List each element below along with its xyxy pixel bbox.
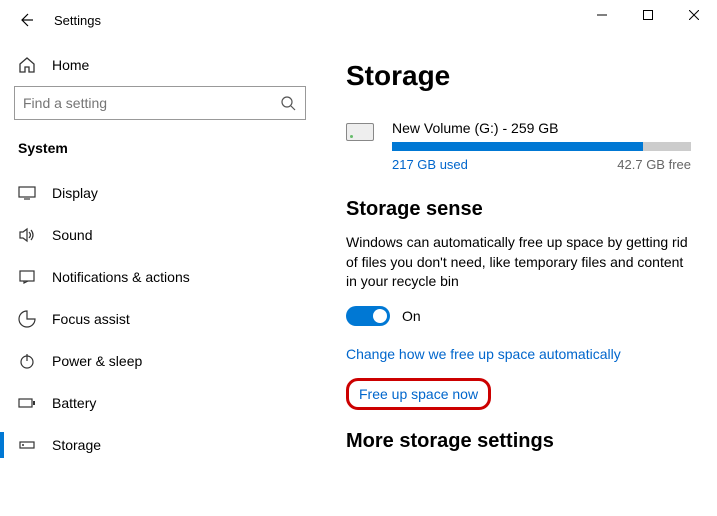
storage-sense-desc: Windows can automatically free up space …: [346, 233, 691, 292]
highlight-annotation: Free up space now: [346, 378, 491, 410]
sidebar-item-notifications[interactable]: Notifications & actions: [14, 256, 306, 298]
drive-block[interactable]: New Volume (G:) - 259 GB 217 GB used 42.…: [346, 120, 691, 172]
storage-bar-fill: [392, 142, 643, 151]
sidebar-home[interactable]: Home: [14, 46, 306, 86]
power-icon: [18, 352, 36, 370]
display-icon: [18, 184, 36, 202]
focus-assist-icon: [18, 310, 36, 328]
search-box[interactable]: [14, 86, 306, 120]
sidebar-item-storage[interactable]: Storage: [14, 424, 306, 466]
sidebar-item-sound[interactable]: Sound: [14, 214, 306, 256]
storage-sense-toggle-label: On: [402, 308, 421, 324]
back-arrow-icon[interactable]: [18, 12, 34, 28]
drive-icon: [346, 123, 374, 141]
nav-label: Power & sleep: [52, 353, 142, 369]
nav-label: Focus assist: [52, 311, 130, 327]
search-icon: [279, 94, 297, 112]
content-pane: Storage New Volume (G:) - 259 GB 217 GB …: [320, 38, 717, 514]
storage-icon: [18, 436, 36, 454]
nav-label: Notifications & actions: [52, 269, 190, 285]
maximize-button[interactable]: [625, 0, 671, 30]
sidebar: Home System Display Sound Notifications …: [0, 38, 320, 514]
minimize-button[interactable]: [579, 0, 625, 30]
home-icon: [18, 56, 36, 74]
window-controls: [579, 0, 717, 30]
sidebar-item-display[interactable]: Display: [14, 172, 306, 214]
nav-label: Storage: [52, 437, 101, 453]
sidebar-home-label: Home: [52, 57, 89, 73]
search-input[interactable]: [23, 95, 279, 111]
storage-free-label: 42.7 GB free: [617, 157, 691, 172]
storage-bar: [392, 142, 691, 151]
storage-sense-heading: Storage sense: [346, 198, 691, 221]
storage-sense-toggle[interactable]: [346, 306, 390, 326]
more-storage-heading: More storage settings: [346, 430, 691, 453]
storage-used-label: 217 GB used: [392, 157, 468, 172]
nav-label: Display: [52, 185, 98, 201]
link-change-free-up[interactable]: Change how we free up space automaticall…: [346, 346, 691, 362]
nav-label: Sound: [52, 227, 92, 243]
nav-label: Battery: [52, 395, 96, 411]
storage-sense-toggle-row: On: [346, 306, 691, 326]
sidebar-section-label: System: [14, 136, 306, 172]
close-button[interactable]: [671, 0, 717, 30]
page-title: Storage: [346, 60, 691, 92]
sidebar-item-battery[interactable]: Battery: [14, 382, 306, 424]
sidebar-item-focus-assist[interactable]: Focus assist: [14, 298, 306, 340]
drive-name: New Volume (G:) - 259 GB: [392, 120, 691, 136]
app-title: Settings: [54, 13, 101, 28]
sound-icon: [18, 226, 36, 244]
sidebar-item-power-sleep[interactable]: Power & sleep: [14, 340, 306, 382]
link-free-up-now[interactable]: Free up space now: [359, 386, 478, 402]
notifications-icon: [18, 268, 36, 286]
battery-icon: [18, 394, 36, 412]
